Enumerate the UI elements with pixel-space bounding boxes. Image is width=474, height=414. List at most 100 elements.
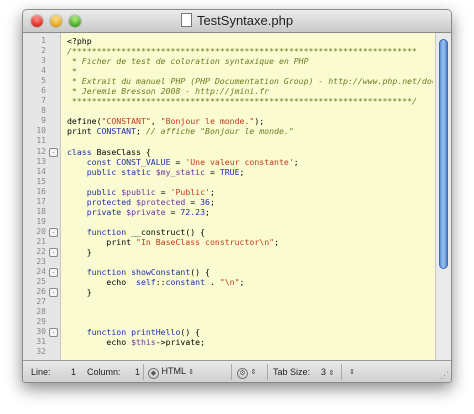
status-separator: [143, 364, 144, 380]
title-bar[interactable]: TestSyntaxe.php: [23, 10, 451, 33]
tab-size-popup[interactable]: 3 ⇕: [321, 367, 334, 377]
line-number: 28: [36, 307, 46, 317]
line-number: 26: [36, 287, 46, 297]
code-token: CONST_VALUE: [116, 156, 171, 167]
line-number: 7: [41, 96, 46, 106]
line-number: 9: [41, 116, 46, 126]
line-number: 18: [36, 206, 46, 216]
code-token: * Jeremie Bresson 2008 - http://jmini.fr: [67, 86, 270, 97]
code-token: printHello: [131, 327, 181, 338]
code-line: function printHello() {: [67, 327, 433, 337]
line-number: 31: [36, 337, 46, 347]
status-separator: [231, 364, 232, 380]
code-token: CONSTANT: [96, 126, 137, 137]
gutter-line: 8: [23, 106, 60, 116]
code-token: ;: [239, 166, 245, 177]
code-token: showConstant: [131, 267, 191, 278]
code-line: echo $this->private;: [67, 337, 433, 347]
line-number: 4: [41, 66, 46, 76]
code-token: TRUE: [219, 166, 240, 177]
code-token: /***************************************…: [67, 46, 417, 57]
code-line: /***************************************…: [67, 46, 433, 56]
gutter-line: 15: [23, 177, 60, 187]
fold-toggle-icon[interactable]: -: [49, 247, 58, 257]
gutter-line: 19: [23, 217, 60, 227]
window-title: TestSyntaxe.php: [23, 13, 451, 28]
code-token: * Extrait du manuel PHP (PHP Documentati…: [67, 76, 433, 87]
gutter-line: 14: [23, 167, 60, 177]
chevron-updown-icon: ⇕: [250, 369, 257, 376]
line-number: 23: [36, 257, 46, 267]
code-token: 'Une valeur constante': [185, 156, 294, 167]
gear-icon: ⚙: [237, 368, 248, 379]
fold-toggle-icon[interactable]: -: [49, 227, 58, 237]
resize-grip-icon[interactable]: ⋰: [440, 370, 449, 381]
gutter-line: 5: [23, 76, 60, 86]
code-line: <?php: [67, 36, 433, 46]
code-token: ;: [293, 156, 299, 167]
fold-toggle-icon[interactable]: -: [49, 268, 58, 278]
code-token: private: [67, 206, 127, 217]
code-line: * Extrait du manuel PHP (PHP Documentati…: [67, 76, 433, 86]
line-number: 6: [41, 86, 46, 96]
gutter-line: 17: [23, 197, 60, 207]
gutter-line: 28: [23, 307, 60, 317]
gutter-line: 13: [23, 157, 60, 167]
code-token: \n": [259, 236, 275, 247]
code-line: * Jeremie Bresson 2008 - http://jmini.fr: [67, 86, 433, 96]
gutter-line: 30-: [23, 327, 60, 338]
vertical-scrollbar[interactable]: [435, 33, 451, 360]
settings-popup[interactable]: ⚙ ⇕: [237, 366, 256, 379]
line-number: 2: [41, 46, 46, 56]
gutter-line: 27: [23, 297, 60, 307]
gutter-line: 26-: [23, 287, 60, 298]
code-token: 72.23: [180, 206, 206, 217]
code-token: ****************************************…: [67, 96, 417, 107]
language-popup[interactable]: ◆ HTML ⇕: [148, 366, 194, 379]
line-number: 3: [41, 56, 46, 66]
code-token: );: [254, 116, 265, 127]
code-token: function: [67, 327, 132, 338]
code-token: print: [67, 126, 97, 137]
line-number: 1: [41, 36, 46, 45]
code-line: public $public = 'Public';: [67, 187, 433, 197]
code-token: __construct() {: [131, 226, 206, 237]
code-token: ;: [239, 277, 245, 288]
gutter-line: 29: [23, 317, 60, 327]
line-number: 30: [36, 327, 46, 337]
line-number: 17: [36, 196, 46, 206]
code-token: .: [205, 277, 220, 288]
code-text-area[interactable]: <?php/**********************************…: [67, 36, 433, 360]
code-token: () {: [190, 267, 210, 278]
code-editor[interactable]: 1 2 3 4 5 6 7 8 9 10 11 12-13 14 15 16 17 18 19 20-21 22-23…: [23, 33, 451, 360]
code-token: // affiche "Bonjour le monde.": [145, 126, 294, 137]
line-number-gutter: 1 2 3 4 5 6 7 8 9 10 11 12-13 14 15 16 17 18 19 20-21 22-23…: [23, 33, 61, 360]
line-value: 1: [71, 367, 77, 377]
line-number: 25: [36, 277, 46, 287]
code-token: =: [165, 206, 181, 217]
code-line: *: [67, 66, 433, 76]
fold-toggle-icon[interactable]: -: [49, 147, 58, 157]
code-line: public static $my_static = TRUE;: [67, 167, 433, 177]
code-token: =: [205, 166, 220, 177]
code-token: ;: [136, 126, 146, 137]
line-number: 15: [36, 176, 46, 186]
scrollbar-thumb[interactable]: [439, 39, 448, 269]
fold-toggle-icon[interactable]: -: [49, 328, 58, 338]
code-token: 36: [200, 196, 210, 207]
fold-toggle-icon[interactable]: -: [49, 288, 58, 298]
code-token: define(: [67, 116, 102, 127]
symbol-popup[interactable]: ⇕: [349, 366, 355, 376]
code-token: "In: [136, 236, 156, 247]
status-bar: Line: 1 Column: 1 ◆ HTML ⇕ ⚙ ⇕ Tab Size:…: [23, 360, 451, 382]
line-number: 32: [36, 347, 46, 357]
code-token: =: [185, 196, 201, 207]
code-token: echo: [67, 337, 132, 348]
gutter-line: 24-: [23, 267, 60, 278]
code-line: function showConstant() {: [67, 267, 433, 277]
